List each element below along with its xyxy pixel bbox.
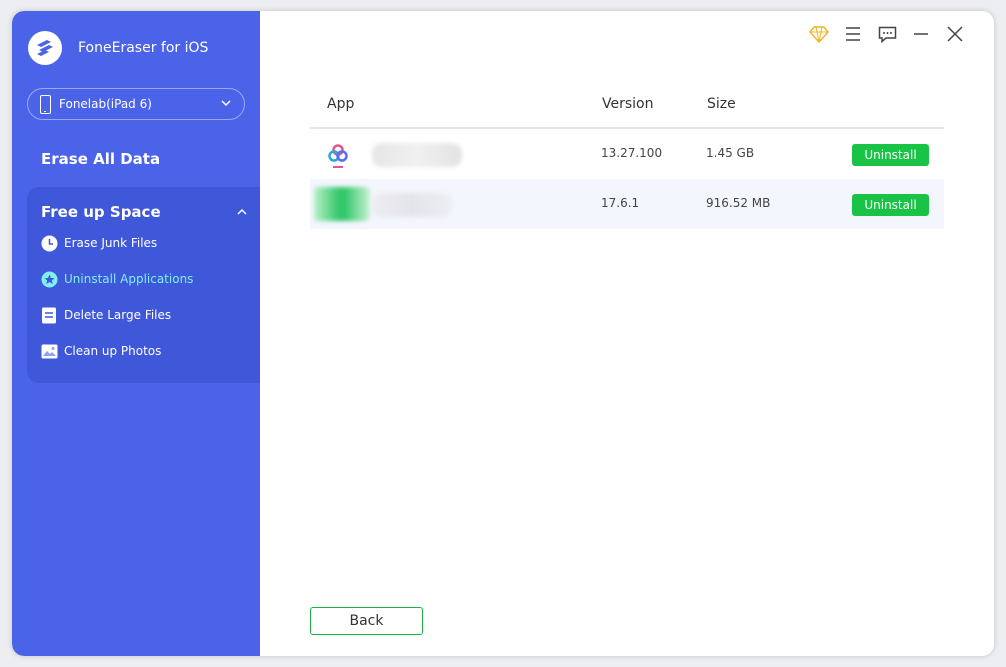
uninstall-button[interactable]: Uninstall <box>852 194 929 216</box>
section-title[interactable]: Free up Space <box>41 203 161 221</box>
sidebar-item-uninstall-applications[interactable]: Uninstall Applications <box>40 268 193 290</box>
minimize-icon[interactable] <box>904 23 938 45</box>
brand: FoneEraser for iOS <box>28 31 208 65</box>
table-header: App Version Size <box>310 89 944 129</box>
uninstall-button[interactable]: Uninstall <box>852 144 929 166</box>
free-up-space-section: Free up Space Erase Junk Files Uninstall… <box>27 187 260 383</box>
document-icon <box>40 306 58 324</box>
app-size: 916.52 MB <box>706 196 771 210</box>
titlebar-controls <box>802 23 972 45</box>
chevron-up-icon[interactable] <box>236 207 248 217</box>
close-icon[interactable] <box>938 23 972 45</box>
device-selector[interactable]: Fonelab(iPad 6) <box>27 88 245 120</box>
apps-table: App Version Size 13.27.100 1.45 GB Unins… <box>310 89 944 229</box>
app-name-redacted <box>372 193 452 217</box>
app-icon <box>314 187 370 221</box>
sidebar-item-label: Delete Large Files <box>64 308 172 322</box>
sidebar-item-label: Uninstall Applications <box>64 272 194 286</box>
column-header-app: App <box>327 96 355 112</box>
feedback-chat-icon[interactable] <box>870 23 904 45</box>
app-icon <box>324 141 360 169</box>
clock-icon <box>40 234 58 252</box>
app-window: FoneEraser for iOS Fonelab(iPad 6) Erase… <box>12 11 994 656</box>
app-name-redacted <box>372 143 462 167</box>
app-title: FoneEraser for iOS <box>78 40 209 56</box>
device-name: Fonelab(iPad 6) <box>59 97 152 111</box>
app-version: 13.27.100 <box>601 146 663 160</box>
app-store-icon <box>40 270 58 288</box>
column-header-version: Version <box>602 96 654 112</box>
ipad-icon <box>40 94 51 114</box>
erase-all-data-item[interactable]: Erase All Data <box>41 150 160 168</box>
sidebar-item-label: Clean up Photos <box>64 344 162 358</box>
photo-icon <box>40 342 58 360</box>
sidebar-item-label: Erase Junk Files <box>64 236 158 250</box>
table-row[interactable]: 13.27.100 1.45 GB Uninstall <box>310 129 944 179</box>
back-button[interactable]: Back <box>310 607 423 635</box>
app-logo-icon <box>28 31 62 65</box>
sidebar-item-clean-up-photos[interactable]: Clean up Photos <box>40 340 161 362</box>
sidebar-item-delete-large-files[interactable]: Delete Large Files <box>40 304 171 326</box>
sidebar-item-erase-junk-files[interactable]: Erase Junk Files <box>40 232 157 254</box>
chevron-down-icon <box>221 100 231 107</box>
table-row[interactable]: 17.6.1 916.52 MB Uninstall <box>310 179 944 229</box>
app-version: 17.6.1 <box>601 196 640 210</box>
column-header-size: Size <box>707 96 736 112</box>
menu-icon[interactable] <box>836 23 870 45</box>
app-size: 1.45 GB <box>706 146 755 160</box>
sidebar: FoneEraser for iOS Fonelab(iPad 6) Erase… <box>12 11 260 656</box>
premium-diamond-icon[interactable] <box>802 23 836 45</box>
